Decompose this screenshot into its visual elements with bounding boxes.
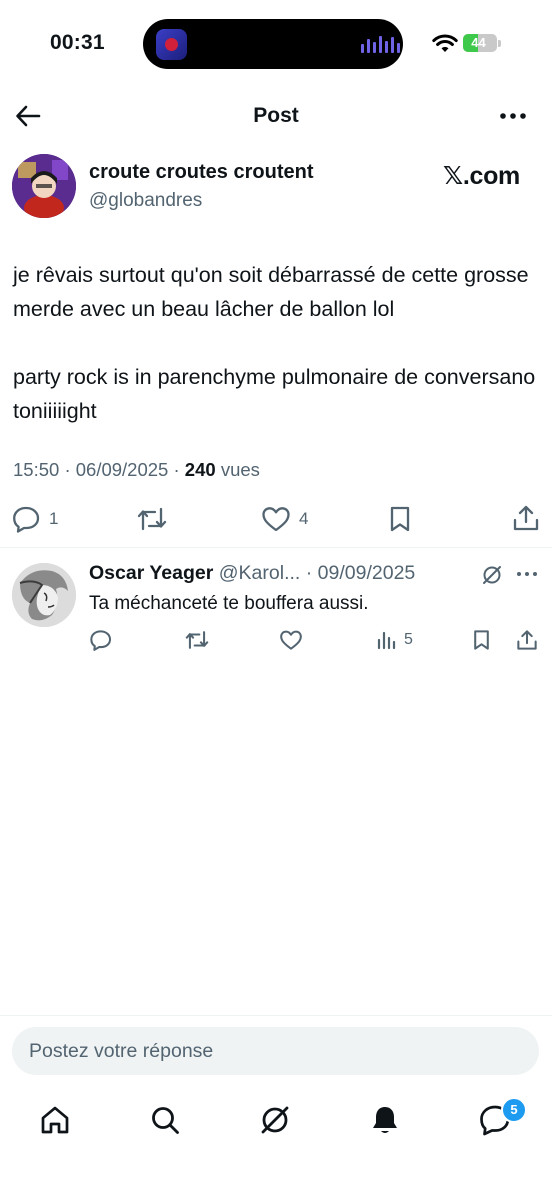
compose-placeholder: Postez votre réponse [29, 1040, 214, 1062]
analytics-icon [377, 631, 396, 650]
reply-retweet-icon[interactable] [184, 629, 210, 651]
audio-waveform-icon [361, 36, 400, 53]
home-icon [41, 1106, 69, 1134]
reply-reply-icon[interactable] [89, 629, 113, 651]
post-date: 06/09/2025 [75, 459, 169, 480]
reply-more-icon[interactable] [516, 566, 538, 582]
divider [0, 547, 552, 548]
reply-text: Ta méchanceté te bouffera aussi. [89, 593, 369, 614]
retweet-button[interactable] [136, 505, 168, 533]
reply-views-button[interactable]: 5 [376, 630, 413, 650]
reply-heart-icon[interactable] [279, 629, 303, 651]
reply-header: Oscar Yeager @Karol... · 09/09/2025 [89, 562, 415, 585]
wifi-icon [432, 34, 458, 52]
reply-icon [13, 506, 40, 533]
retweet-icon [137, 507, 167, 531]
view-count: 240 [184, 459, 216, 480]
more-options-icon[interactable] [498, 103, 528, 129]
status-time: 00:31 [50, 31, 105, 54]
meta-separator: · [64, 459, 71, 480]
divider [0, 1015, 552, 1016]
meta-separator: · [173, 459, 180, 480]
nav-notifications[interactable] [365, 1100, 405, 1140]
share-icon [513, 505, 539, 531]
battery-text: 44 [471, 35, 486, 50]
like-count: 4 [299, 509, 309, 528]
reply-author-avatar[interactable] [12, 563, 76, 627]
nav-grok[interactable] [255, 1100, 295, 1140]
battery-nub [498, 40, 501, 47]
post-metadata: 15:50 · 06/09/2025 · 240 vues [13, 459, 260, 481]
bookmark-icon [390, 506, 410, 532]
reply-count: 1 [49, 509, 59, 528]
avatar-image [12, 563, 76, 627]
author-name[interactable]: croute croutes croutent [89, 161, 313, 184]
dynamic-island[interactable] [143, 19, 403, 69]
now-playing-app-icon [156, 29, 187, 60]
battery-icon: 44 [463, 34, 497, 52]
like-button[interactable]: 4 [261, 505, 308, 533]
reply-bookmark-icon[interactable] [471, 629, 492, 651]
grok-icon[interactable] [480, 563, 504, 587]
reply-author-name[interactable]: Oscar Yeager [89, 562, 213, 584]
post-time: 15:50 [13, 459, 60, 480]
reply-button[interactable]: 1 [12, 505, 58, 533]
views-label: vues [220, 459, 260, 480]
page-title: Post [253, 104, 299, 127]
author-handle[interactable]: @globandres [89, 190, 202, 212]
avatar-image [12, 154, 76, 218]
x-watermark: 𝕏.com [443, 162, 520, 190]
bookmark-button[interactable] [387, 505, 413, 533]
reply-date[interactable]: 09/09/2025 [318, 562, 416, 584]
heart-icon [262, 507, 290, 532]
reply-share-icon[interactable] [516, 629, 538, 651]
nav-home[interactable] [35, 1100, 75, 1140]
nav-search[interactable] [145, 1100, 185, 1140]
share-button[interactable] [512, 504, 540, 532]
post-text: je rêvais surtout qu'on soit débarrassé … [13, 263, 536, 423]
reply-views-count: 5 [404, 631, 413, 648]
grok-icon [261, 1106, 289, 1134]
search-icon [152, 1107, 179, 1134]
messages-badge: 5 [501, 1097, 527, 1123]
reply-author-handle[interactable]: @Karol... [219, 562, 301, 584]
reply-compose-input[interactable]: Postez votre réponse [12, 1027, 539, 1075]
reply-separator: · [305, 562, 313, 584]
notifications-icon [373, 1107, 397, 1133]
author-avatar[interactable] [12, 154, 76, 218]
